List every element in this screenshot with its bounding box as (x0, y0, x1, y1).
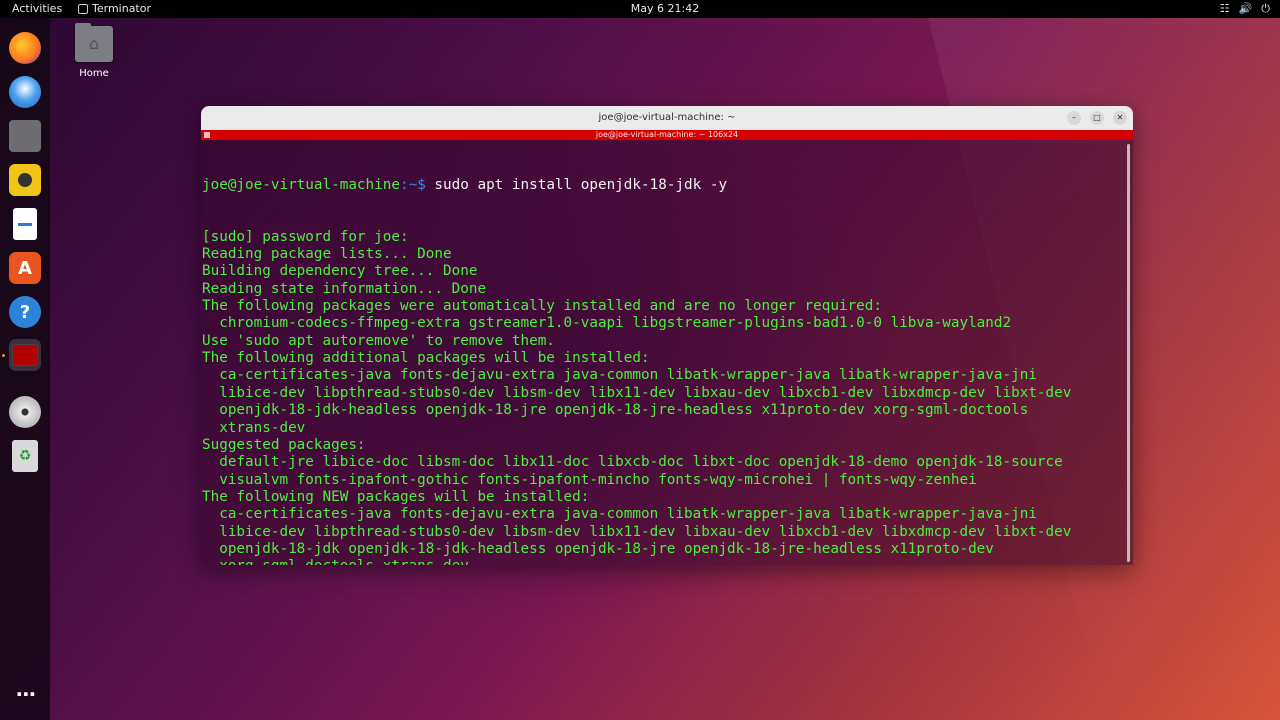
terminal-line: Reading package lists... Done (202, 246, 452, 263)
prompt-line: joe@joe-virtual-machine:~$ sudo apt inst… (202, 177, 1121, 194)
drag-grip-icon[interactable] (204, 132, 210, 138)
app-center-icon[interactable]: A (9, 252, 41, 284)
window-controls: – □ ✕ (1067, 111, 1127, 125)
active-indicator (2, 354, 5, 357)
dock: A ? ♻ ⋯ (0, 18, 50, 720)
terminal-line: Reading state information... Done (202, 280, 487, 297)
command-text: sudo apt install openjdk-18-jdk -y (425, 176, 728, 193)
terminal-line: [sudo] password for joe: (202, 228, 409, 245)
terminal-line: The following NEW packages will be insta… (202, 488, 590, 505)
top-bar: Activities Terminator May 6 21:42 ☷ 🔊 ⏻ (0, 0, 1280, 18)
terminal-line: xtrans-dev (202, 419, 306, 436)
terminator-icon[interactable] (9, 339, 41, 371)
disc-icon[interactable] (9, 396, 41, 428)
prompt-user: joe@joe-virtual-machine (202, 176, 400, 193)
terminal-line: xorg-sgml-doctools xtrans-dev (202, 558, 1121, 565)
terminal-subtitle-bar: joe@joe-virtual-machine: ~ 106x24 (201, 130, 1133, 140)
trash-icon[interactable]: ♻ (12, 440, 38, 472)
minimize-icon[interactable]: – (1067, 111, 1081, 125)
writer-icon[interactable] (13, 208, 37, 240)
terminal-line: Suggested packages: (202, 436, 366, 453)
terminal-line: Use 'sudo apt autoremove' to remove them… (202, 332, 555, 349)
terminal-line: The following packages were automaticall… (202, 298, 882, 315)
window-title: joe@joe-virtual-machine: ~ (598, 112, 736, 123)
folder-icon: ⌂ (75, 23, 113, 62)
terminal-window[interactable]: joe@joe-virtual-machine: ~ – □ ✕ joe@joe… (201, 106, 1133, 565)
terminal-line: ca-certificates-java fonts-dejavu-extra … (202, 367, 1037, 384)
clock[interactable]: May 6 21:42 (0, 0, 1280, 18)
terminal-line: chromium-codecs-ffmpeg-extra gstreamer1.… (202, 315, 1012, 332)
terminal-line: libice-dev libpthread-stubs0-dev libsm-d… (202, 523, 1072, 540)
window-titlebar[interactable]: joe@joe-virtual-machine: ~ – □ ✕ (201, 106, 1133, 130)
terminal-line: The following additional packages will b… (202, 350, 650, 367)
terminal-line: openjdk-18-jdk-headless openjdk-18-jre o… (202, 402, 1029, 419)
rhythmbox-icon[interactable] (9, 164, 41, 196)
firefox-icon[interactable] (9, 32, 41, 64)
network-icon[interactable]: ☷ (1220, 0, 1230, 18)
terminal-line: openjdk-18-jdk openjdk-18-jdk-headless o… (202, 540, 994, 557)
desktop-home-label: Home (79, 68, 109, 79)
house-icon: ⌂ (88, 34, 100, 53)
terminal-line: ca-certificates-java fonts-dejavu-extra … (202, 506, 1037, 523)
help-icon[interactable]: ? (9, 296, 41, 328)
thunderbird-icon[interactable] (9, 76, 41, 108)
prompt-path: :~$ (399, 176, 426, 193)
power-icon[interactable]: ⏻ (1261, 0, 1270, 18)
terminal-subtitle: joe@joe-virtual-machine: ~ 106x24 (595, 130, 739, 139)
terminal-line: libice-dev libpthread-stubs0-dev libsm-d… (202, 384, 1072, 401)
show-apps-icon[interactable]: ⋯ (9, 678, 41, 710)
files-icon[interactable] (9, 120, 41, 152)
terminal-output[interactable]: joe@joe-virtual-machine:~$ sudo apt inst… (201, 140, 1133, 565)
terminal-line: visualvm fonts-ipafont-gothic fonts-ipaf… (202, 471, 977, 488)
volume-icon[interactable]: 🔊 (1239, 0, 1253, 18)
terminal-line: default-jre libice-doc libsm-doc libx11-… (202, 454, 1063, 471)
desktop-home-folder[interactable]: ⌂ Home (72, 23, 116, 79)
maximize-icon[interactable]: □ (1090, 111, 1104, 125)
close-icon[interactable]: ✕ (1113, 111, 1127, 125)
terminal-line: Building dependency tree... Done (202, 263, 478, 280)
scrollbar[interactable] (1127, 144, 1130, 562)
system-tray[interactable]: ☷ 🔊 ⏻ (1220, 0, 1270, 18)
terminal-lines: joe@joe-virtual-machine:~$ sudo apt inst… (202, 142, 1121, 565)
